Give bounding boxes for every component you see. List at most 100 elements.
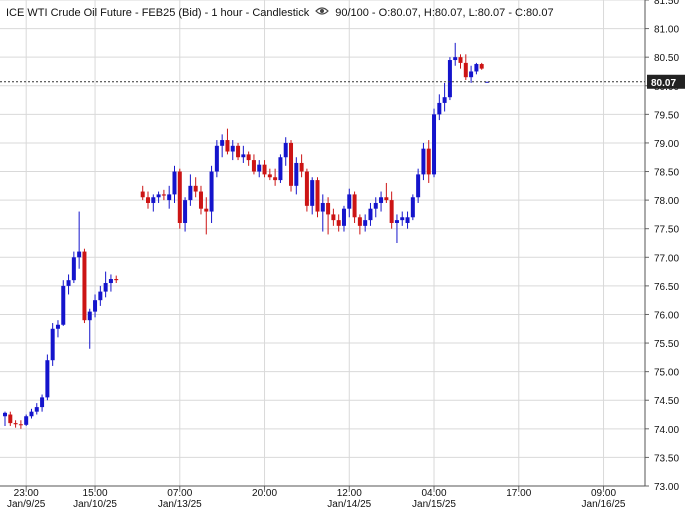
candle-body — [320, 202, 325, 212]
candle-up — [24, 414, 29, 426]
candle-body — [167, 194, 172, 201]
candle-body — [437, 102, 442, 115]
candle-body — [379, 197, 384, 203]
candle-body — [384, 197, 389, 201]
chart-header: ICE WTI Crude Oil Future - FEB25 (Bid) -… — [6, 6, 554, 19]
candle-body — [198, 191, 203, 209]
candle-body — [204, 208, 209, 212]
x-tick-date-label: Jan/13/25 — [158, 499, 202, 509]
eye-icon[interactable] — [315, 6, 330, 19]
candle-body — [262, 164, 267, 175]
x-tick-date-label: Jan/10/25 — [73, 499, 117, 509]
y-tick-label: 76.00 — [654, 310, 679, 321]
candle-body — [188, 185, 193, 201]
candle-up — [432, 108, 437, 178]
candle-body — [416, 174, 421, 198]
candle-body — [66, 280, 71, 286]
candle-up — [50, 323, 55, 366]
y-tick-label: 78.50 — [654, 168, 679, 179]
y-tick-label: 74.50 — [654, 396, 679, 407]
candle-body — [394, 220, 399, 223]
candle-down — [177, 168, 182, 229]
candle-body — [363, 220, 368, 226]
candle-body — [45, 360, 50, 398]
x-tick-time-label: 20:00 — [252, 488, 277, 499]
y-tick-label: 81.00 — [654, 25, 679, 36]
open-readout: O:80.07 — [378, 6, 418, 19]
candle-body — [103, 283, 108, 292]
chart-title: ICE WTI Crude Oil Future - FEB25 (Bid) -… — [6, 6, 310, 19]
candle-body — [209, 171, 214, 212]
y-tick-label: 74.00 — [654, 425, 679, 436]
candle-body — [246, 154, 251, 161]
candle-body — [98, 291, 103, 301]
high-readout: H:80.07 — [423, 6, 463, 19]
last-price-label: 80.07 — [651, 78, 676, 89]
candle-body — [331, 214, 336, 221]
chart-svg[interactable]: 81.5081.0080.5080.0079.5079.0078.5078.00… — [0, 0, 690, 509]
candle-body — [368, 208, 373, 221]
candle-body — [410, 197, 415, 218]
x-tick-date-label: Jan/9/25 — [7, 499, 46, 509]
candle-body — [82, 251, 87, 321]
candle-body — [389, 200, 394, 223]
candle-body — [357, 217, 362, 226]
candle-body — [283, 142, 288, 158]
candle-body — [13, 423, 18, 425]
candle-body — [352, 194, 357, 218]
y-tick-label: 75.00 — [654, 368, 679, 379]
candle-body — [289, 142, 294, 186]
candle-body — [400, 217, 405, 221]
candle-body — [453, 57, 458, 61]
candle-body — [442, 97, 447, 103]
candle-body — [40, 397, 45, 408]
y-tick-label: 80.50 — [654, 53, 679, 64]
candle-body — [140, 191, 145, 198]
x-tick-date-label: Jan/14/25 — [327, 499, 371, 509]
x-tick-time-label: 15:00 — [83, 488, 108, 499]
candle-body — [347, 194, 352, 209]
candle-body — [373, 202, 378, 209]
x-tick-time-label: 07:00 — [167, 488, 192, 499]
candle-down — [289, 140, 294, 192]
candle-body — [273, 177, 278, 181]
candle-up — [447, 57, 452, 101]
candle-body — [267, 174, 272, 178]
candle-body — [50, 328, 55, 361]
y-tick-label: 79.00 — [654, 139, 679, 150]
y-tick-label: 77.50 — [654, 225, 679, 236]
candle-body — [241, 154, 246, 158]
x-tick-time-label: 09:00 — [591, 488, 616, 499]
y-tick-label: 78.00 — [654, 196, 679, 207]
x-tick-date-label: Jan/16/25 — [582, 499, 626, 509]
candle-body — [193, 185, 198, 192]
chart-root: 81.5081.0080.5080.0079.5079.0078.5078.00… — [0, 0, 690, 509]
candle-body — [55, 324, 60, 329]
y-tick-label: 75.50 — [654, 339, 679, 350]
y-tick-label: 79.50 — [654, 110, 679, 121]
candle-body — [108, 279, 113, 284]
candle-up — [61, 280, 66, 326]
candle-body — [3, 412, 7, 417]
candle-body — [114, 279, 119, 281]
candle-body — [29, 411, 34, 417]
candle-body — [161, 194, 166, 196]
y-tick-label: 73.00 — [654, 482, 679, 493]
candle-body — [236, 145, 241, 158]
y-tick-label: 73.50 — [654, 453, 679, 464]
candle-down — [315, 177, 320, 218]
scale-readout: 90/100 — [335, 6, 369, 19]
close-readout: C:80.07 — [515, 6, 554, 19]
candle-up — [278, 154, 283, 183]
candle-body — [61, 285, 66, 325]
candle-body — [421, 148, 426, 175]
candle-body — [230, 145, 235, 152]
candle-body — [93, 300, 98, 312]
candle-body — [8, 414, 13, 424]
candle-body — [251, 160, 256, 172]
candle-body — [458, 57, 463, 63]
candle-body — [172, 171, 177, 195]
candle-body — [336, 220, 341, 226]
candle-body — [315, 180, 320, 212]
candle-body — [220, 140, 225, 146]
